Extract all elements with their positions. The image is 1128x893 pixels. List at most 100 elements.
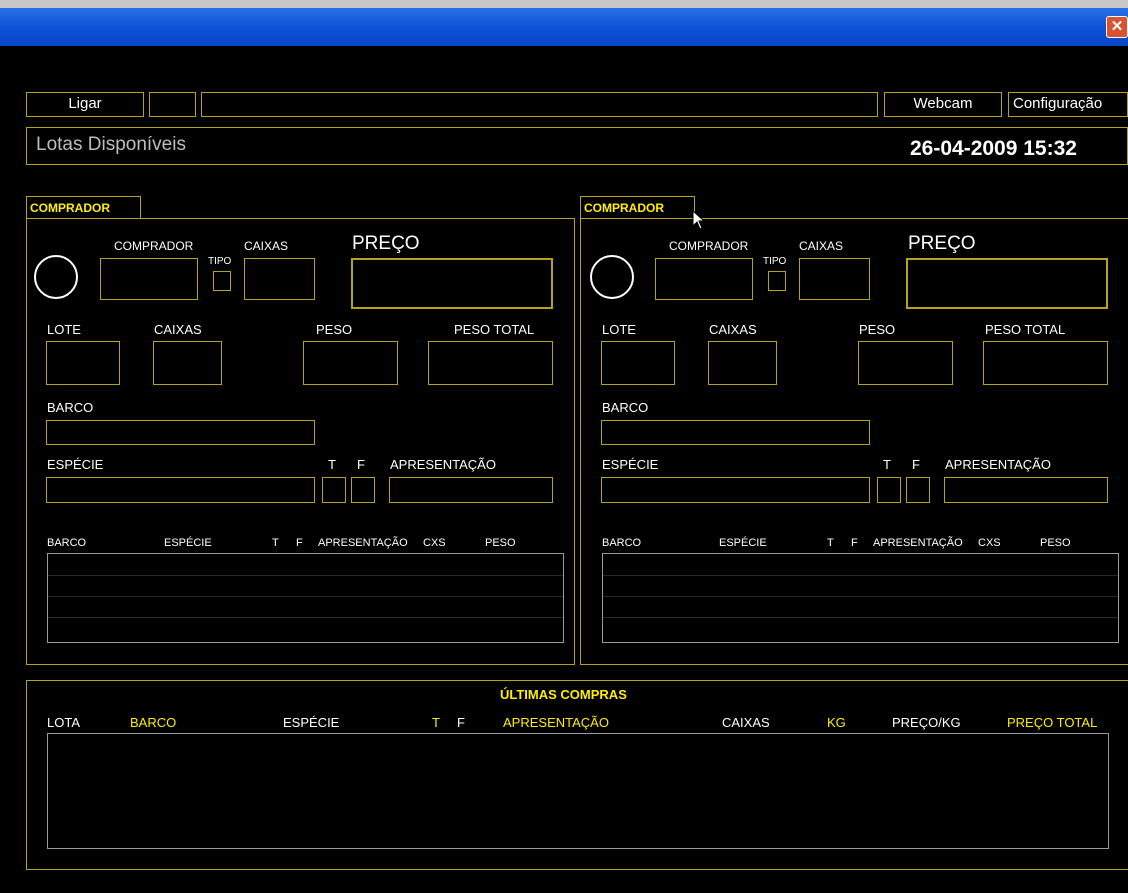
- especie-field[interactable]: [46, 477, 315, 503]
- preco-label: PREÇO: [352, 233, 420, 254]
- peso-label: PESO: [316, 322, 353, 337]
- peso-field[interactable]: [858, 341, 953, 385]
- caixas-field[interactable]: [244, 258, 315, 300]
- f-label: F: [357, 457, 365, 472]
- status-indicator: [149, 92, 196, 117]
- col-barco: BARCO: [47, 537, 87, 549]
- col-especie: ESPÉCIE: [283, 715, 340, 730]
- peso-total-label: PESO TOTAL: [985, 322, 1066, 337]
- comprador-tab-2[interactable]: COMPRADOR: [580, 196, 695, 219]
- peso-label: PESO: [859, 322, 896, 337]
- preco-label: PREÇO: [908, 233, 976, 254]
- especie-label: ESPÉCIE: [602, 457, 659, 472]
- ligar-button[interactable]: Ligar: [26, 92, 144, 117]
- col-barco: BARCO: [602, 537, 642, 549]
- comprador-field[interactable]: [100, 258, 198, 300]
- apresentacao-label: APRESENTAÇÃO: [945, 457, 1051, 472]
- lots-grid-2[interactable]: [602, 553, 1119, 643]
- buyer-status-indicator: [590, 255, 634, 299]
- col-t: T: [432, 715, 440, 730]
- caixas2-label: CAIXAS: [154, 322, 202, 337]
- t-field[interactable]: [877, 477, 901, 503]
- grid-row: [48, 575, 563, 576]
- col-lota: LOTA: [47, 715, 80, 730]
- barco-label: BARCO: [47, 400, 94, 415]
- f-field[interactable]: [351, 477, 375, 503]
- col-f: F: [296, 537, 303, 549]
- ultimas-compras-title: ÚLTIMAS COMPRAS: [500, 687, 627, 702]
- col-preco-total: PREÇO TOTAL: [1007, 715, 1098, 730]
- t-field[interactable]: [322, 477, 346, 503]
- grid-row: [48, 596, 563, 597]
- col-apresentacao: APRESENTAÇÃO: [503, 715, 609, 730]
- caixas-label: CAIXAS: [244, 239, 289, 253]
- window-titlebar[interactable]: [0, 8, 1128, 46]
- preco-field[interactable]: [351, 258, 553, 309]
- preco-field[interactable]: [906, 258, 1108, 309]
- screen-top-strip: [0, 0, 1128, 8]
- col-kg: KG: [827, 715, 846, 730]
- t-label: T: [328, 457, 336, 472]
- grid-row: [603, 596, 1118, 597]
- apresentacao-label: APRESENTAÇÃO: [390, 457, 496, 472]
- status-message-field: [201, 92, 878, 117]
- col-t: T: [827, 537, 834, 549]
- f-field[interactable]: [906, 477, 930, 503]
- apresentacao-field[interactable]: [944, 477, 1108, 503]
- grid-row: [603, 617, 1118, 618]
- configuracao-button[interactable]: Configuração: [1008, 92, 1128, 117]
- tipo-label: TIPO: [763, 256, 787, 267]
- especie-field[interactable]: [601, 477, 870, 503]
- comprador-tab-1[interactable]: COMPRADOR: [26, 196, 141, 219]
- lote-field[interactable]: [46, 341, 120, 385]
- col-peso: PESO: [1040, 537, 1071, 549]
- t-label: T: [883, 457, 891, 472]
- barco-label: BARCO: [602, 400, 649, 415]
- page-title: Lotas Disponíveis: [36, 134, 186, 155]
- datetime-display: 26-04-2009 15:32: [910, 137, 1077, 160]
- tipo-field[interactable]: [213, 271, 231, 291]
- col-peso: PESO: [485, 537, 516, 549]
- apresentacao-field[interactable]: [389, 477, 553, 503]
- buyer-status-indicator: [34, 255, 78, 299]
- caixas-field[interactable]: [799, 258, 870, 300]
- mouse-cursor-icon: [692, 210, 706, 230]
- col-apresentacao: APRESENTAÇÃO: [318, 537, 408, 549]
- lote-label: LOTE: [602, 322, 636, 337]
- barco-field[interactable]: [601, 420, 870, 445]
- col-preco-kg: PREÇO/KG: [892, 715, 961, 730]
- col-especie: ESPÉCIE: [164, 537, 212, 549]
- lote-label: LOTE: [47, 322, 81, 337]
- peso-total-label: PESO TOTAL: [454, 322, 535, 337]
- col-f: F: [457, 715, 465, 730]
- col-t: T: [272, 537, 279, 549]
- peso-total-field[interactable]: [428, 341, 553, 385]
- col-cxs: CXS: [978, 537, 1001, 549]
- caixas-label: CAIXAS: [799, 239, 844, 253]
- webcam-button[interactable]: Webcam: [884, 92, 1002, 117]
- especie-label: ESPÉCIE: [47, 457, 104, 472]
- lote-field[interactable]: [601, 341, 675, 385]
- col-f: F: [851, 537, 858, 549]
- col-cxs: CXS: [423, 537, 446, 549]
- caixas2-field[interactable]: [153, 341, 222, 385]
- close-icon[interactable]: ✕: [1106, 16, 1128, 38]
- col-apresentacao: APRESENTAÇÃO: [873, 537, 963, 549]
- caixas2-label: CAIXAS: [709, 322, 757, 337]
- comprador-field[interactable]: [655, 258, 753, 300]
- ultimas-compras-grid[interactable]: [47, 733, 1109, 849]
- col-especie: ESPÉCIE: [719, 537, 767, 549]
- grid-row: [48, 617, 563, 618]
- peso-total-field[interactable]: [983, 341, 1108, 385]
- grid-row: [603, 575, 1118, 576]
- lots-grid-1[interactable]: [47, 553, 564, 643]
- tipo-label: TIPO: [208, 256, 232, 267]
- comprador-label: COMPRADOR: [669, 239, 749, 253]
- col-caixas: CAIXAS: [722, 715, 770, 730]
- comprador-label: COMPRADOR: [114, 239, 194, 253]
- barco-field[interactable]: [46, 420, 315, 445]
- caixas2-field[interactable]: [708, 341, 777, 385]
- peso-field[interactable]: [303, 341, 398, 385]
- tipo-field[interactable]: [768, 271, 786, 291]
- f-label: F: [912, 457, 920, 472]
